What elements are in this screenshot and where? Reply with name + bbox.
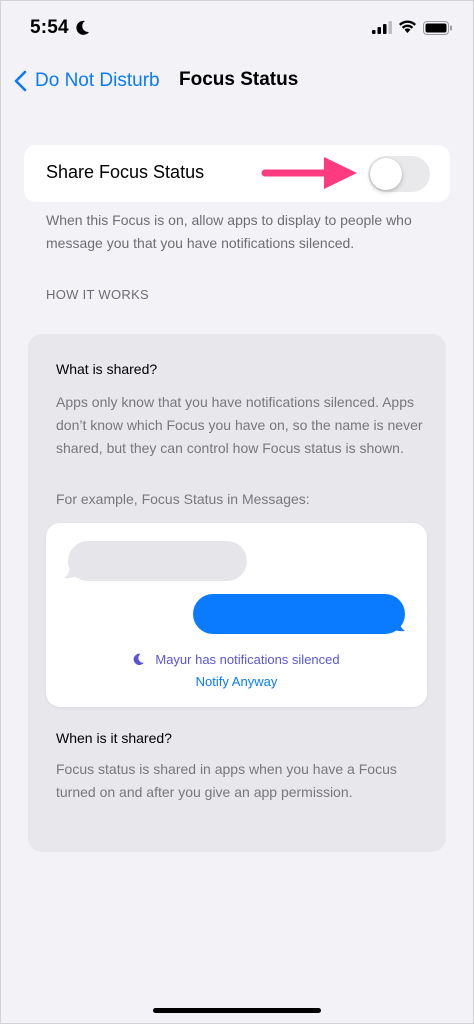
outgoing-bubble-tail bbox=[391, 618, 405, 632]
toggle-description: When this Focus is on, allow apps to dis… bbox=[46, 212, 412, 251]
when-is-it-shared-text: Focus status is shared in apps when you … bbox=[56, 761, 397, 800]
back-button-label: Do Not Disturb bbox=[35, 70, 160, 91]
battery-icon bbox=[423, 21, 452, 35]
page-title: Focus Status bbox=[179, 69, 299, 90]
how-it-works-card: What is shared? Apps only know that you … bbox=[28, 334, 446, 852]
notify-anyway-link[interactable]: Notify Anyway bbox=[46, 674, 427, 689]
messages-preview: Mayur has notifications silenced Notify … bbox=[46, 523, 427, 707]
toggle-knob bbox=[370, 158, 402, 190]
back-button[interactable]: Do Not Disturb bbox=[14, 66, 160, 96]
home-indicator[interactable] bbox=[153, 1008, 321, 1013]
silenced-notice: Mayur has notifications silenced bbox=[46, 652, 427, 667]
section-header-how-it-works: HOW IT WORKS bbox=[46, 287, 150, 302]
arrow-annotation-icon bbox=[261, 157, 357, 189]
incoming-bubble-tail bbox=[64, 565, 78, 579]
moon-icon bbox=[76, 20, 89, 35]
chevron-left-icon bbox=[14, 70, 27, 92]
cellular-signal-icon bbox=[372, 21, 392, 34]
wifi-icon bbox=[399, 20, 416, 33]
what-is-shared-text: Apps only know that you have notificatio… bbox=[56, 394, 423, 456]
what-is-shared-heading: What is shared? bbox=[56, 361, 158, 377]
share-focus-status-row: Share Focus Status bbox=[24, 145, 450, 202]
silenced-notice-text: Mayur has notifications silenced bbox=[155, 652, 340, 667]
example-caption: For example, Focus Status in Messages: bbox=[56, 491, 310, 507]
status-bar: 5:54 bbox=[0, 0, 474, 56]
status-time: 5:54 bbox=[30, 17, 69, 38]
outgoing-message-bubble bbox=[193, 594, 405, 634]
share-focus-status-toggle[interactable] bbox=[368, 156, 430, 192]
incoming-message-bubble bbox=[68, 541, 247, 581]
when-is-it-shared-heading: When is it shared? bbox=[56, 730, 172, 746]
share-focus-status-label: Share Focus Status bbox=[46, 162, 205, 182]
moon-icon bbox=[133, 653, 145, 666]
